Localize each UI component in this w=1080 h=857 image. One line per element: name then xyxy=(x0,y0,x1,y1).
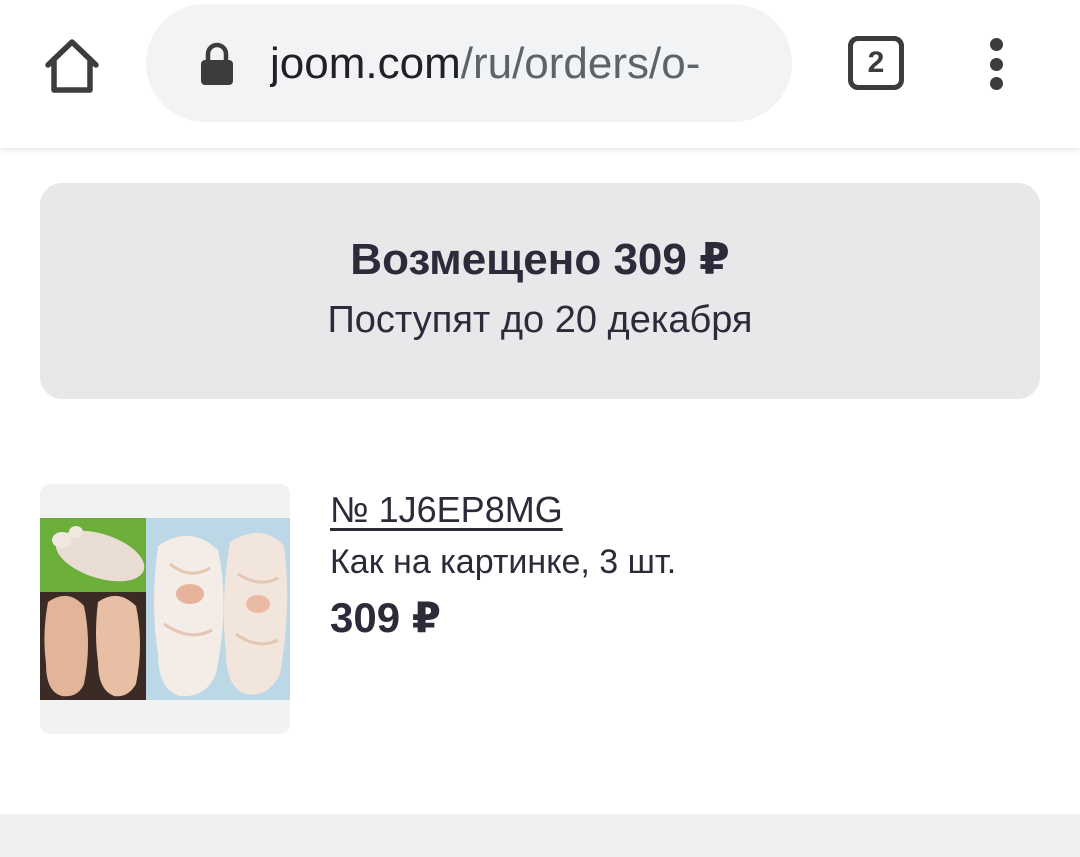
section-divider xyxy=(0,814,1080,857)
product-image[interactable] xyxy=(40,484,290,734)
tab-switcher-button[interactable]: 2 xyxy=(848,36,904,90)
tab-count: 2 xyxy=(867,46,885,79)
home-button[interactable] xyxy=(36,30,108,102)
refund-status-card xyxy=(40,183,1040,399)
refund-title: Возмещено 309 ₽ xyxy=(350,235,730,284)
url-host: joom.com xyxy=(270,39,461,88)
home-icon xyxy=(45,39,99,93)
refund-subtitle: Поступят до 20 декабря xyxy=(327,299,753,341)
browser-toolbar: joom.com/ru/orders/o- 2 xyxy=(0,0,1080,148)
order-price: 309 ₽ xyxy=(330,594,441,641)
order-number-link[interactable]: № 1J6EP8MG xyxy=(330,486,563,534)
lock-icon xyxy=(201,42,233,85)
address-bar[interactable]: joom.com/ru/orders/o- xyxy=(146,4,792,122)
order-variant: Как на картинке, 3 шт. xyxy=(330,543,677,581)
url-text: joom.com/ru/orders/o- xyxy=(270,36,770,92)
url-path: /ru/orders/o- xyxy=(460,39,701,88)
more-vert-icon[interactable] xyxy=(972,34,1020,94)
product-photo xyxy=(40,484,290,734)
